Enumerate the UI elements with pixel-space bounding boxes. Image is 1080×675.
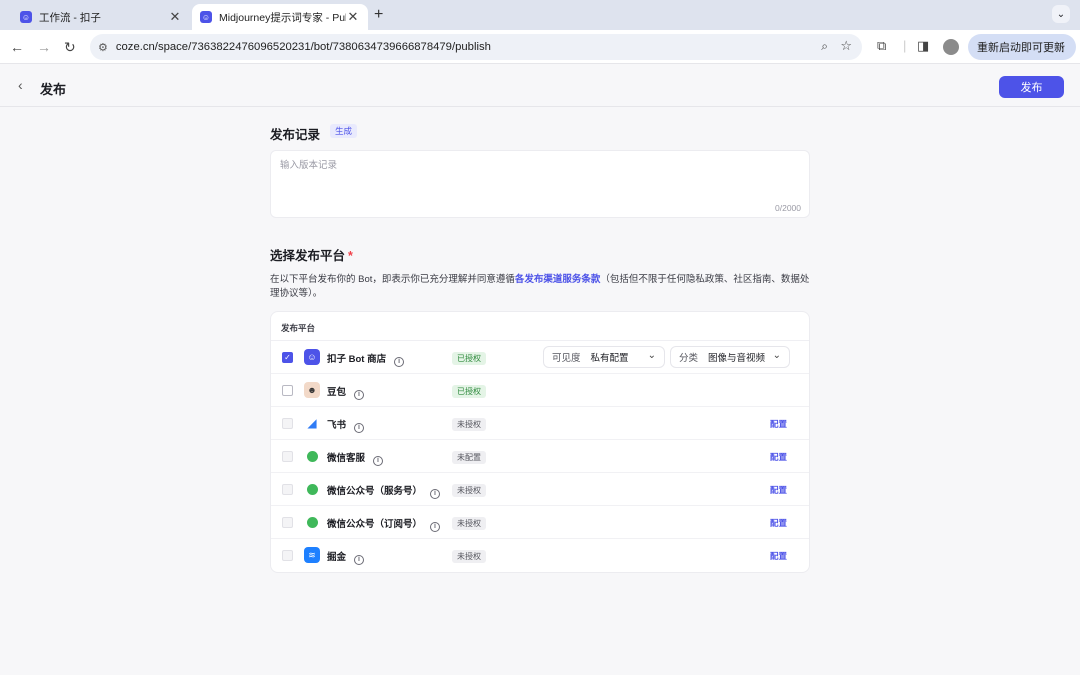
platform-checkbox[interactable] xyxy=(282,451,293,462)
platform-name: 扣子 Bot 商店 i xyxy=(327,351,405,367)
page-title: 发布 xyxy=(40,82,67,97)
platform-row-coze: ✓ ☺ 扣子 Bot 商店 i 已授权 可见度 私有配置 ⌄ 分类 图像与音视频 … xyxy=(271,341,809,374)
platform-row-wechat-kf: 微信客服 i 未配置 配置 xyxy=(271,440,809,473)
status-badge: 未授权 xyxy=(452,484,486,497)
desc-text: 在以下平台发布你的 Bot，即表示你已充分理解并同意遵循 xyxy=(270,274,515,285)
side-panel-icon[interactable]: ◨ xyxy=(917,38,929,54)
status-badge: 已授权 xyxy=(452,352,486,365)
zoom-icon[interactable]: ⌕ xyxy=(821,39,828,54)
close-tab-icon[interactable]: ✕ xyxy=(168,9,182,25)
platform-checkbox[interactable] xyxy=(282,418,293,429)
coze-icon: ☺ xyxy=(304,349,320,365)
tab-search-icon[interactable]: ⌄ xyxy=(1052,5,1070,23)
coze-favicon-icon: ☺ xyxy=(200,11,212,23)
wechat-icon xyxy=(304,514,320,530)
release-notes-placeholder: 输入版本记录 xyxy=(280,160,338,171)
coze-favicon-icon: ☺ xyxy=(20,11,32,23)
platform-row-wechat-service: 微信公众号（服务号） i 未授权 配置 xyxy=(271,473,809,506)
browser-tab[interactable]: ☺ 工作流 - 扣子 ✕ xyxy=(12,4,190,30)
platforms-title: 选择发布平台 * xyxy=(270,245,353,264)
info-icon[interactable]: i xyxy=(394,357,405,367)
new-tab-icon[interactable]: + xyxy=(374,6,383,24)
url-text: coze.cn/space/7363822476096520231/bot/73… xyxy=(115,41,491,53)
configure-link[interactable]: 配置 xyxy=(770,517,787,529)
platform-name: 掘金 i xyxy=(327,549,365,565)
juejin-icon: ≋ xyxy=(304,547,320,563)
configure-link[interactable]: 配置 xyxy=(770,451,787,463)
update-button[interactable]: 重新启动即可更新 ⋮ xyxy=(968,34,1076,60)
info-icon[interactable]: i xyxy=(373,456,384,466)
platform-name: 微信公众号（服务号） i xyxy=(327,483,441,499)
wechat-icon xyxy=(304,481,320,497)
required-mark: * xyxy=(348,249,353,263)
category-value: 图像与音视频 xyxy=(708,353,766,364)
back-icon[interactable]: ← xyxy=(10,39,24,55)
platform-row-wechat-subscription: 微信公众号（订阅号） i 未授权 配置 xyxy=(271,506,809,539)
tab-title: 工作流 - 扣子 xyxy=(39,11,101,24)
close-tab-icon[interactable]: ✕ xyxy=(346,9,360,25)
platform-row-juejin: ≋ 掘金 i 未授权 配置 xyxy=(271,539,809,572)
status-badge: 已授权 xyxy=(452,385,486,398)
browser-tab-active[interactable]: ☺ Midjourney提示词专家 - Publis ✕ xyxy=(192,4,368,30)
toolbar-divider: | xyxy=(903,38,907,53)
info-icon[interactable]: i xyxy=(354,390,365,400)
platforms-title-text: 选择发布平台 xyxy=(270,249,346,263)
chevron-down-icon: ⌄ xyxy=(772,350,781,361)
forward-icon[interactable]: → xyxy=(37,39,51,55)
release-notes-input[interactable]: 输入版本记录 0/2000 xyxy=(270,150,810,218)
platforms-table: 发布平台 ✓ ☺ 扣子 Bot 商店 i 已授权 可见度 私有配置 ⌄ 分类 图像… xyxy=(270,311,810,573)
address-bar[interactable]: ⚙ coze.cn/space/7363822476096520231/bot/… xyxy=(90,34,862,60)
platform-name: 飞书 i xyxy=(327,417,365,433)
category-label: 分类 xyxy=(679,353,699,364)
visibility-value: 私有配置 xyxy=(590,353,629,364)
platform-name: 微信公众号（订阅号） i xyxy=(327,516,441,532)
release-notes-title: 发布记录 xyxy=(270,128,321,142)
category-select[interactable]: 分类 图像与音视频 ⌄ xyxy=(670,346,790,368)
platform-checkbox[interactable]: ✓ xyxy=(282,352,293,363)
more-menu-icon[interactable]: ⋮ xyxy=(1057,41,1068,54)
platform-checkbox[interactable] xyxy=(282,517,293,528)
info-icon[interactable]: i xyxy=(354,423,365,433)
doubao-icon: ☻ xyxy=(304,382,320,398)
configure-link[interactable]: 配置 xyxy=(770,418,787,430)
visibility-select[interactable]: 可见度 私有配置 ⌄ xyxy=(543,346,665,368)
configure-link[interactable]: 配置 xyxy=(770,484,787,496)
wechat-icon xyxy=(304,448,320,464)
platform-row-doubao: ☻ 豆包 i 已授权 xyxy=(271,374,809,407)
status-badge: 未授权 xyxy=(452,517,486,530)
char-counter: 0/2000 xyxy=(775,203,801,213)
app-header: ‹ 发布 发布 xyxy=(0,65,1080,107)
table-header: 发布平台 xyxy=(271,312,809,341)
extensions-icon[interactable]: ⧉ xyxy=(877,38,886,54)
platforms-description: 在以下平台发布你的 Bot，即表示你已充分理解并同意遵循各发布渠道服务条款（包括… xyxy=(270,273,810,301)
publish-button[interactable]: 发布 xyxy=(999,76,1064,98)
visibility-label: 可见度 xyxy=(552,353,581,364)
platform-name: 豆包 i xyxy=(327,384,365,400)
browser-tab-bar: ☺ 工作流 - 扣子 ✕ ☺ Midjourney提示词专家 - Publis … xyxy=(0,0,1080,30)
platform-name: 微信客服 i xyxy=(327,450,384,466)
status-badge: 未授权 xyxy=(452,418,486,431)
profile-avatar[interactable] xyxy=(943,39,959,55)
chevron-down-icon: ⌄ xyxy=(647,350,656,361)
platform-checkbox[interactable] xyxy=(282,385,293,396)
bookmark-star-icon[interactable]: ☆ xyxy=(840,38,852,54)
platform-checkbox[interactable] xyxy=(282,484,293,495)
generate-button[interactable]: 生成 xyxy=(330,124,358,138)
update-label: 重新启动即可更新 xyxy=(977,42,1065,54)
configure-link[interactable]: 配置 xyxy=(770,550,787,562)
platform-row-feishu: ◢ 飞书 i 未授权 配置 xyxy=(271,407,809,440)
status-badge: 未授权 xyxy=(452,550,486,563)
back-arrow-icon[interactable]: ‹ xyxy=(18,77,23,93)
reload-icon[interactable]: ↻ xyxy=(64,39,76,56)
tab-title: Midjourney提示词专家 - Publis xyxy=(219,11,346,24)
site-info-icon[interactable]: ⚙ xyxy=(98,41,108,54)
info-icon[interactable]: i xyxy=(354,555,365,565)
info-icon[interactable]: i xyxy=(430,489,441,499)
platform-checkbox[interactable] xyxy=(282,550,293,561)
feishu-icon: ◢ xyxy=(304,415,320,431)
browser-toolbar: ← → ↻ ⚙ coze.cn/space/736382247609652023… xyxy=(0,30,1080,64)
terms-link[interactable]: 各发布渠道服务条款 xyxy=(515,274,601,285)
status-badge: 未配置 xyxy=(452,451,486,464)
info-icon[interactable]: i xyxy=(430,522,441,532)
